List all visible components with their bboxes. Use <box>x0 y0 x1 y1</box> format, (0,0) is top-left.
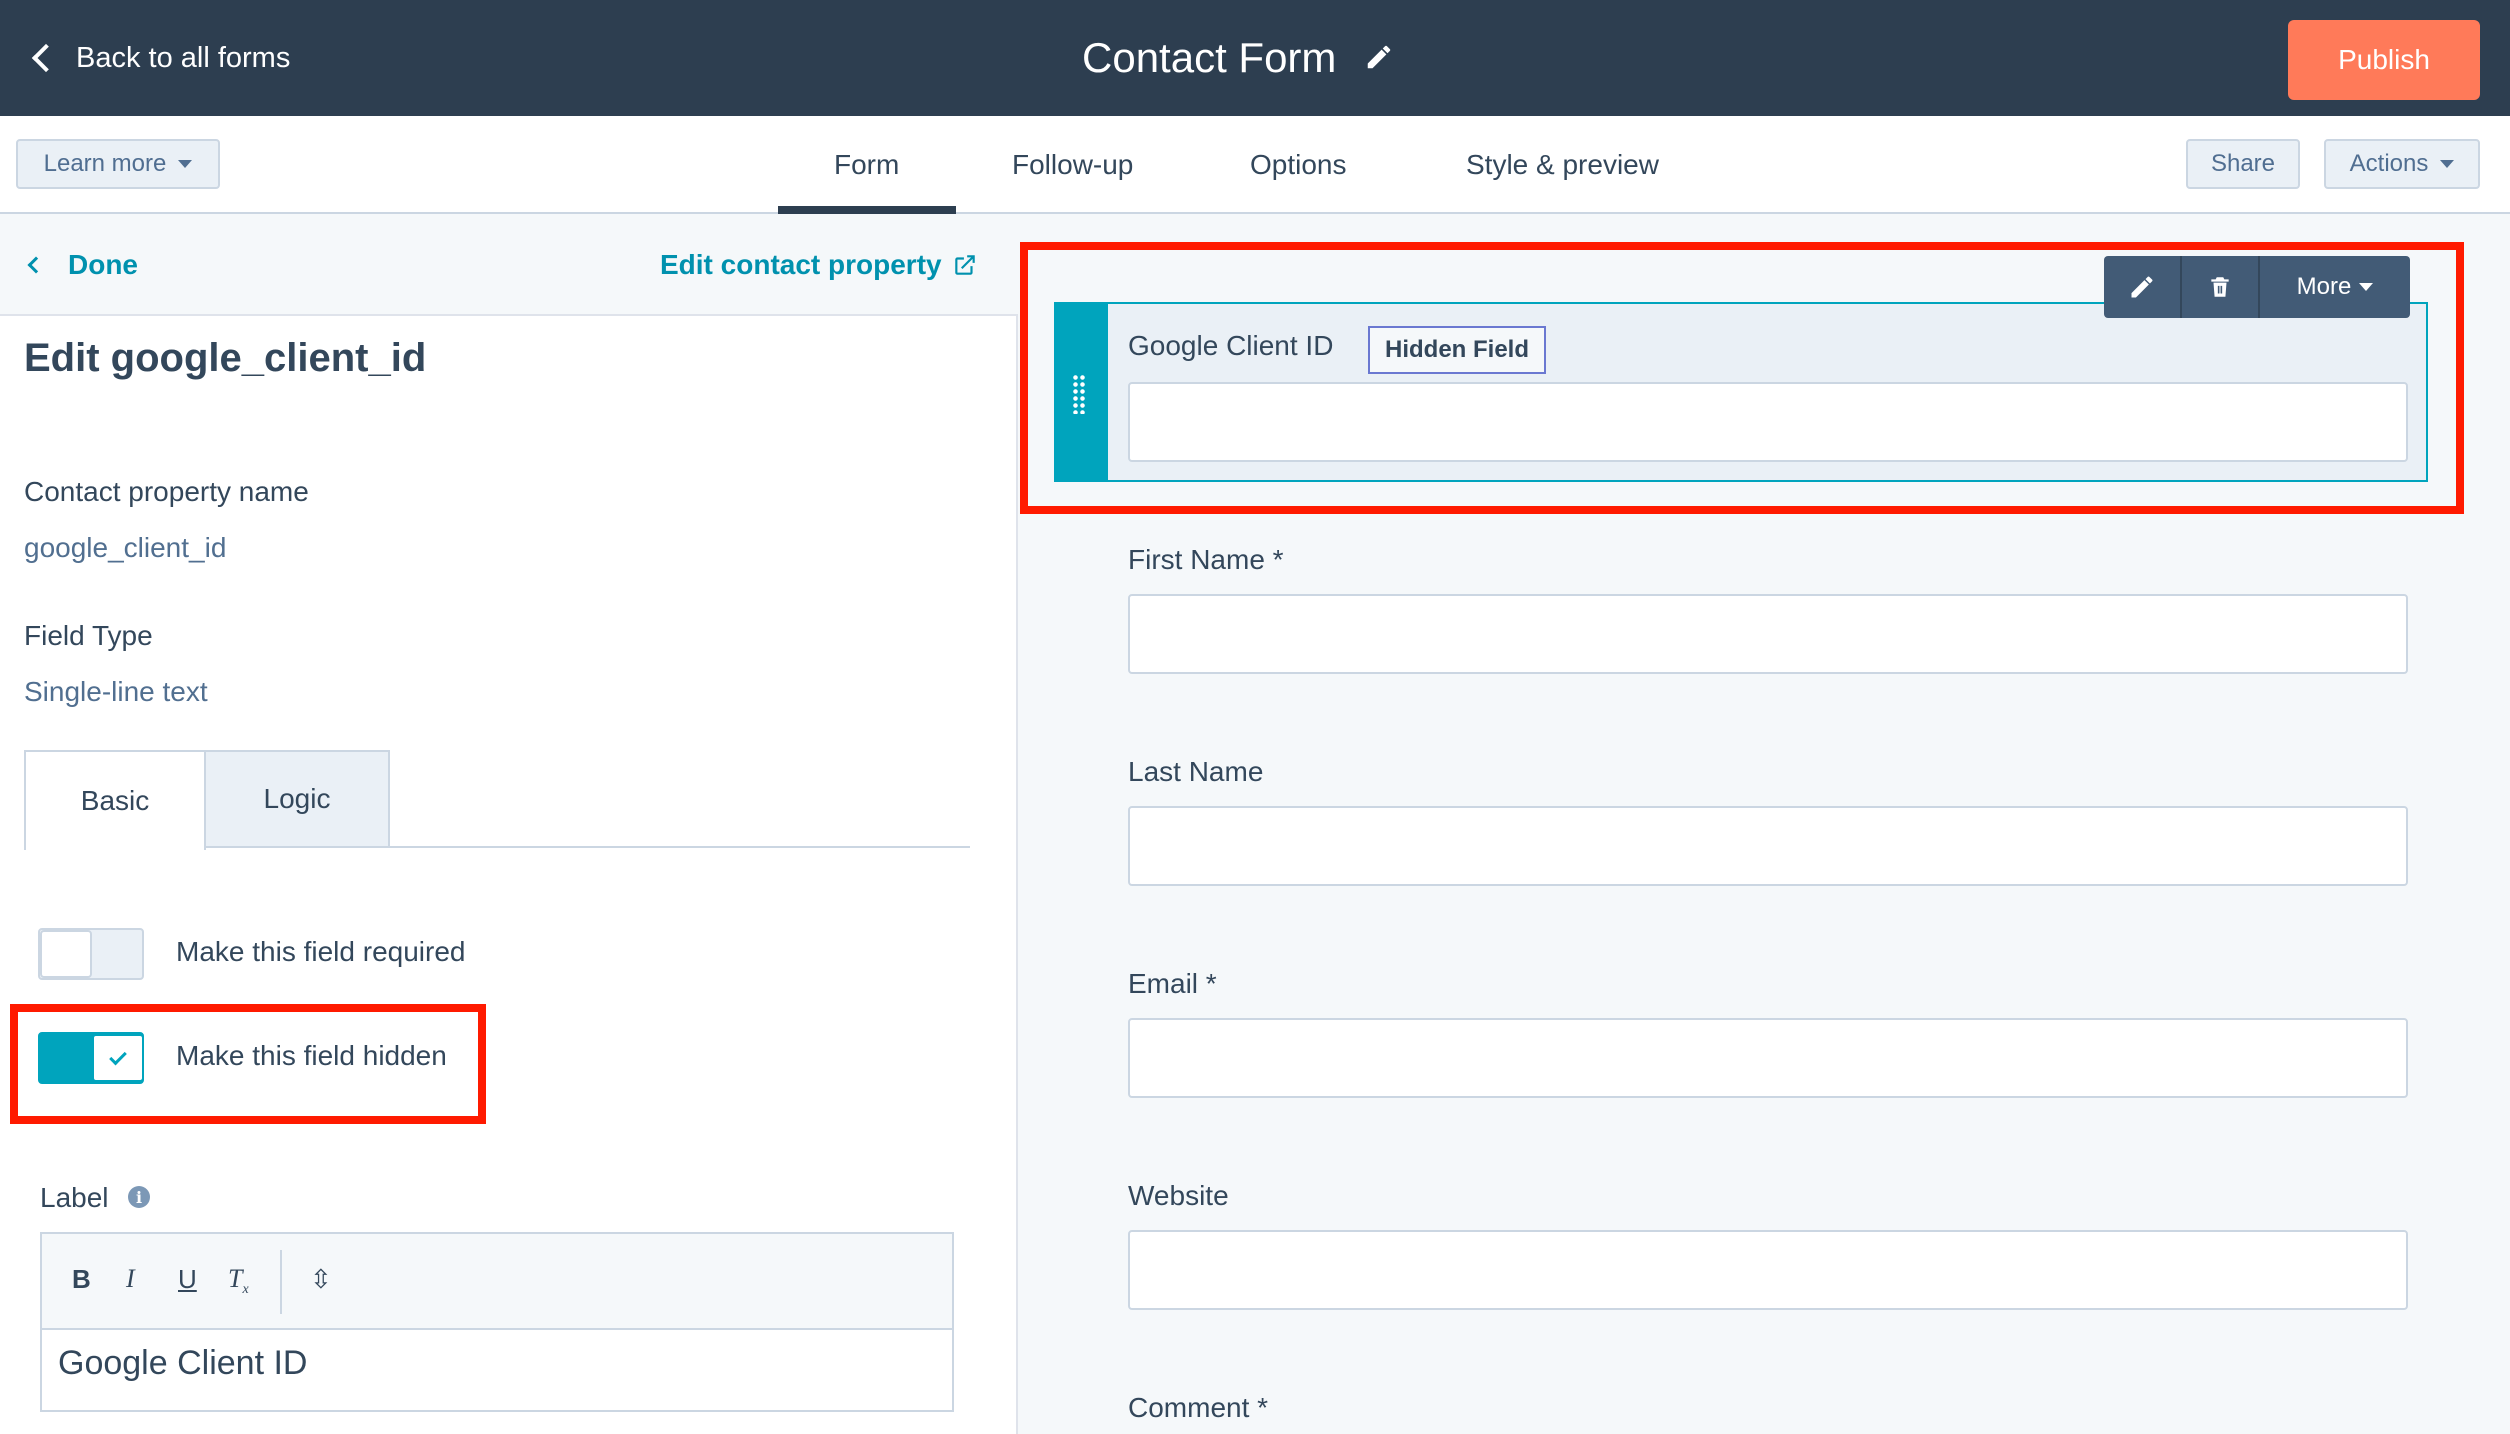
tab-follow-up[interactable]: Follow-up <box>1012 116 1133 214</box>
panel-heading: Edit google_client_id <box>24 336 427 380</box>
property-name-label: Contact property name <box>24 476 309 507</box>
info-glyph: i <box>135 1187 143 1207</box>
field-type-value: Single-line text <box>24 676 208 707</box>
chevron-left-icon <box>31 43 61 73</box>
learn-more-button[interactable]: Learn more <box>16 139 220 189</box>
share-button[interactable]: Share <box>2186 139 2300 189</box>
property-name-value: google_client_id <box>24 532 227 563</box>
tab-basic[interactable]: Basic <box>24 750 206 850</box>
caret-down-icon <box>2440 160 2455 168</box>
done-link[interactable]: Done <box>22 214 138 316</box>
form-title: Contact Form <box>1082 34 1337 81</box>
label-text-value[interactable]: Google Client ID <box>58 1344 307 1383</box>
done-label: Done <box>68 249 138 280</box>
edit-contact-property-link[interactable]: Edit contact property <box>660 214 978 316</box>
website-input[interactable] <box>1128 1230 2408 1310</box>
tab-options[interactable]: Options <box>1250 116 1347 214</box>
first-name-label: First Name * <box>1128 544 1284 575</box>
publish-button[interactable]: Publish <box>2288 20 2480 100</box>
back-to-forms-link[interactable]: Back to all forms <box>22 0 290 116</box>
active-tab-indicator <box>778 206 956 214</box>
email-input[interactable] <box>1128 1018 2408 1098</box>
email-label: Email * <box>1128 968 1217 999</box>
bold-button[interactable]: B <box>72 1264 91 1295</box>
label-rich-text-editor: B I U Tx ⇳ Google Client ID <box>40 1232 954 1412</box>
learn-more-label: Learn more <box>43 150 167 177</box>
field-type-label: Field Type <box>24 620 153 651</box>
website-label: Website <box>1128 1180 1229 1211</box>
highlight-box-hidden-field <box>1020 242 2464 514</box>
tab-divider <box>390 846 970 848</box>
label-heading: Label <box>40 1182 109 1213</box>
highlight-box-hidden-toggle <box>10 1004 486 1124</box>
toolbar-separator <box>280 1250 282 1314</box>
required-toggle-label: Make this field required <box>176 936 466 967</box>
comment-label: Comment * <box>1128 1392 1269 1423</box>
underline-button[interactable]: U <box>178 1264 197 1295</box>
tab-logic[interactable]: Logic <box>204 750 390 848</box>
tab-style-preview[interactable]: Style & preview <box>1466 116 1659 214</box>
first-name-input[interactable] <box>1128 594 2408 674</box>
edit-property-label: Edit contact property <box>660 249 942 280</box>
link-icon[interactable]: ⇳ <box>310 1264 332 1295</box>
tab-form[interactable]: Form <box>834 116 899 214</box>
chevron-left-icon <box>27 256 45 274</box>
italic-button[interactable]: I <box>126 1264 135 1294</box>
actions-button[interactable]: Actions <box>2324 139 2480 189</box>
actions-label: Actions <box>2349 150 2429 177</box>
last-name-label: Last Name <box>1128 756 1264 787</box>
clear-format-glyph: T <box>228 1264 243 1293</box>
toggle-knob <box>40 930 92 978</box>
external-link-icon <box>954 255 975 275</box>
back-label: Back to all forms <box>76 41 291 74</box>
caret-down-icon <box>178 160 193 168</box>
clear-format-sub: x <box>242 1282 249 1298</box>
editor-toolbar: B I U Tx ⇳ <box>42 1234 952 1330</box>
clear-format-button[interactable]: Tx <box>228 1264 249 1298</box>
info-icon[interactable]: i <box>128 1186 150 1208</box>
pencil-icon[interactable] <box>1364 42 1394 72</box>
last-name-input[interactable] <box>1128 806 2408 886</box>
required-toggle[interactable] <box>38 928 144 980</box>
